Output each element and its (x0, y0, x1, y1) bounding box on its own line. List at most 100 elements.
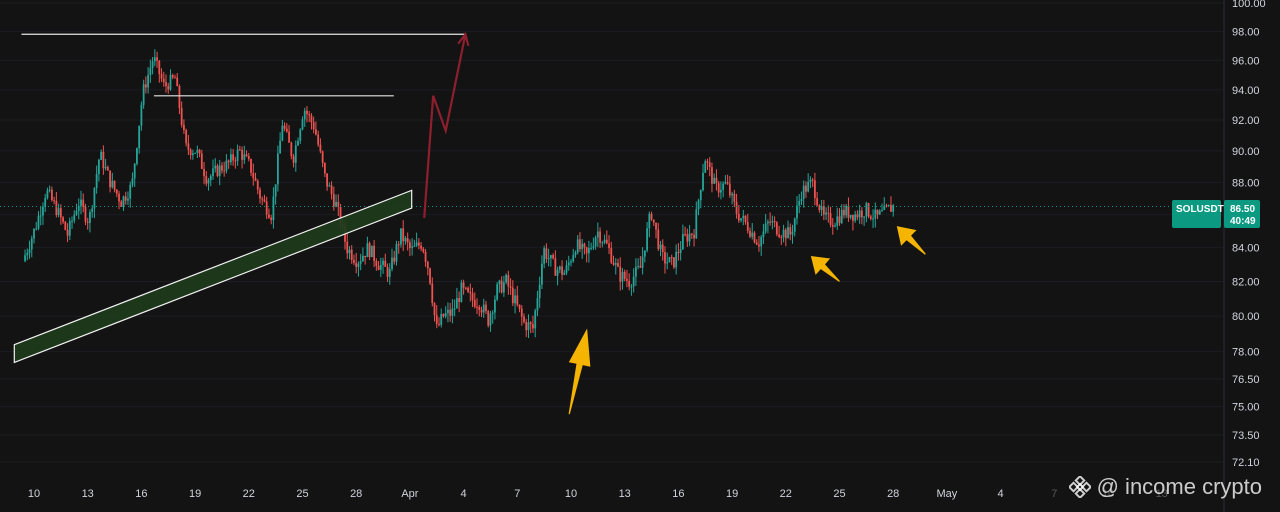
x-tick-label: 4 (461, 488, 467, 500)
candle-body (809, 179, 812, 182)
candle-body (153, 57, 156, 62)
candle-body (328, 185, 331, 187)
candle-body (704, 161, 707, 173)
candle-body (664, 252, 666, 264)
candle-body (885, 205, 888, 207)
candle-body (402, 228, 405, 242)
price-chart[interactable]: 100.0098.0096.0094.0092.0090.0088.0086.0… (0, 0, 1280, 512)
candle-body (735, 201, 738, 214)
candle-body (630, 286, 633, 288)
candle-body (109, 170, 111, 188)
candle-body (467, 287, 469, 292)
y-tick-label: 75.00 (1232, 402, 1260, 414)
candle-body (838, 216, 841, 223)
y-tick-label: 84.00 (1232, 243, 1260, 255)
candle-body (518, 304, 521, 309)
candle-body (218, 165, 221, 176)
candle-body (64, 221, 67, 230)
candle-body (558, 266, 561, 270)
candle-body (579, 239, 581, 250)
candle-body (276, 153, 279, 185)
candle-body (451, 308, 454, 316)
countdown-label: 40:49 (1230, 216, 1256, 227)
candle-body (91, 208, 94, 212)
candle-body (507, 274, 510, 287)
candle-body (847, 205, 850, 218)
candle-body (444, 313, 447, 317)
candle-body (209, 176, 212, 181)
candle-body (621, 271, 624, 282)
candle-body (825, 212, 827, 215)
candle-body (881, 210, 883, 212)
candle-body (780, 236, 783, 238)
candle-body (498, 280, 501, 285)
candle-body (668, 257, 671, 263)
candle-body (697, 200, 700, 210)
candle-body (288, 131, 290, 143)
binance-logo-icon (1067, 474, 1092, 500)
candle-body (268, 214, 270, 218)
candle-body (782, 229, 785, 238)
candle-body (686, 234, 689, 242)
candle-body (142, 84, 145, 105)
candle-body (362, 255, 364, 262)
candle-body (534, 310, 537, 329)
candle-body (66, 229, 69, 236)
candle-body (834, 225, 836, 227)
candle-body (746, 222, 749, 231)
candle-body (97, 159, 100, 174)
candle-body (626, 278, 628, 281)
candle-body (565, 265, 568, 273)
candle-body (458, 298, 461, 302)
candle-body (272, 196, 275, 221)
candle-body (482, 304, 485, 313)
candle-body (411, 246, 414, 248)
candle-body (849, 214, 852, 218)
candle-body (129, 184, 132, 199)
time-axis[interactable]: 10 13 16 19 22 25 28 Apr 4 7 10 13 16 19 22 25 28 May 4 7 10… (28, 488, 1168, 500)
candle-body (227, 160, 230, 163)
candle-body (460, 282, 463, 302)
candle-body (520, 308, 523, 317)
candle-body (77, 205, 80, 211)
candle-body (417, 242, 420, 246)
candle-body (677, 251, 680, 254)
candle-body (200, 153, 203, 169)
x-tick-label: 4 (998, 488, 1004, 500)
candle-body (174, 77, 176, 79)
candle-body (603, 239, 606, 243)
candle-body (527, 322, 530, 331)
candle-body (424, 251, 427, 262)
candle-body (285, 128, 288, 132)
candle-body (867, 203, 870, 217)
candle-body (435, 315, 438, 324)
candle-body (657, 229, 660, 249)
x-tick-label: 16 (672, 488, 684, 500)
candle-body (617, 263, 619, 267)
x-tick-label: 7 (1051, 488, 1057, 500)
candle-body (469, 291, 472, 294)
candle-body (831, 224, 834, 227)
y-tick-label: 98.00 (1232, 26, 1260, 38)
candle-body (811, 179, 814, 181)
candle-body (711, 167, 713, 184)
candle-body (306, 110, 308, 115)
candle-body (567, 262, 570, 266)
candle-body (169, 75, 172, 90)
candle-body (348, 249, 351, 254)
candle-body (308, 114, 311, 116)
candle-body (93, 188, 96, 209)
candle-body (194, 152, 196, 154)
candle-body (693, 234, 695, 239)
candle-body (740, 218, 742, 221)
candle-body (596, 231, 599, 238)
candle-body (281, 125, 284, 141)
candle-body (180, 108, 183, 125)
candle-body (68, 220, 71, 236)
candle-body (198, 149, 201, 154)
candle-body (489, 313, 492, 326)
candle-body (89, 211, 91, 223)
price-axis[interactable]: 100.0098.0096.0094.0092.0090.0088.0086.0… (1232, 0, 1266, 469)
candle-body (113, 180, 116, 190)
candle-body (648, 213, 651, 229)
